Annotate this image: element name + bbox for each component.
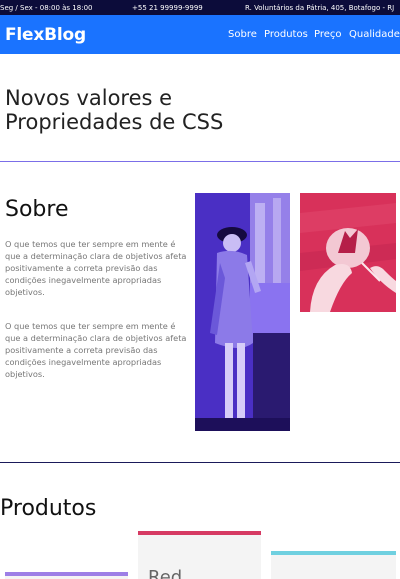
nav-item-sobre[interactable]: Sobre xyxy=(228,28,257,42)
address: R. Voluntários da Pátria, 405, Botafogo … xyxy=(245,4,395,12)
top-info-bar: Seg / Sex - 08:00 às 18:00 +55 21 99999-… xyxy=(0,0,400,15)
hands-photo-illustration xyxy=(300,193,396,312)
page-title-line1: Novos valores e xyxy=(5,86,173,110)
nav-item-preco[interactable]: Preço xyxy=(314,28,342,42)
opening-hours: Seg / Sex - 08:00 às 18:00 xyxy=(0,4,93,12)
sobre-paragraph-1: O que temos que ter sempre em mente é qu… xyxy=(5,239,187,297)
sobre-heading: Sobre xyxy=(5,197,69,222)
product-card-accent xyxy=(138,531,261,535)
site-header: FlexBlog Sobre Produtos Preço Qualidade xyxy=(0,15,400,54)
main-nav: Sobre Produtos Preço Qualidade xyxy=(0,28,400,42)
nav-item-produtos[interactable]: Produtos xyxy=(264,28,308,42)
product-card-accent xyxy=(271,551,396,555)
page-title: Novos valores e Propriedades de CSS xyxy=(5,86,305,134)
product-card[interactable] xyxy=(5,572,128,579)
produtos-heading: Produtos xyxy=(0,496,97,521)
phone-number[interactable]: +55 21 99999-9999 xyxy=(132,4,203,12)
woman-photo-icon xyxy=(195,193,290,431)
nav-item-qualidade[interactable]: Qualidade xyxy=(349,28,400,42)
section-divider xyxy=(0,161,400,162)
sobre-paragraph-2: O que temos que ter sempre em mente é qu… xyxy=(5,321,187,379)
section-divider xyxy=(0,462,400,463)
product-card-accent xyxy=(5,572,128,576)
hands-photo-icon xyxy=(300,193,396,312)
product-card-red[interactable]: Red xyxy=(138,531,261,579)
product-card[interactable] xyxy=(271,551,396,579)
product-card-label: Red xyxy=(148,567,183,579)
page-title-line2: Propriedades de CSS xyxy=(5,110,224,134)
woman-photo-illustration xyxy=(195,193,290,431)
